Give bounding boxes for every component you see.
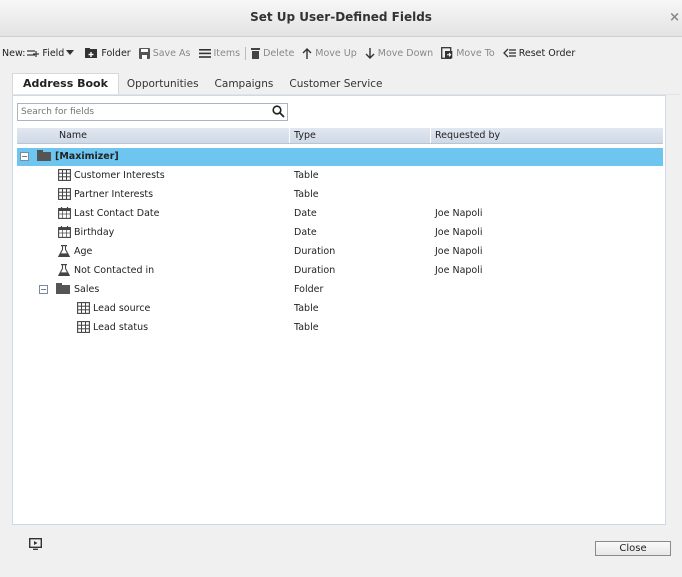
window-close-icon[interactable]: ×: [669, 10, 680, 25]
tree-row-sales[interactable]: − Sales Folder: [17, 281, 663, 299]
save-icon: [138, 47, 150, 59]
row-name: Not Contacted in: [74, 265, 155, 276]
slideshow-icon[interactable]: [29, 538, 42, 550]
new-folder-label: Folder: [101, 47, 131, 59]
row-type: Table: [294, 170, 319, 181]
tab-campaigns[interactable]: Campaigns: [207, 75, 282, 94]
move-to-icon: [441, 47, 453, 59]
tree-row[interactable]: Customer Interests Table: [17, 167, 663, 185]
items-label: Items: [213, 47, 241, 59]
new-label: New:: [2, 47, 26, 59]
reset-order-icon: [502, 48, 516, 58]
tab-opportunities[interactable]: Opportunities: [119, 75, 207, 94]
arrow-up-icon: [302, 47, 312, 59]
row-requested-by: Joe Napoli: [435, 208, 483, 219]
row-name: Birthday: [74, 227, 115, 238]
row-name: Lead status: [93, 322, 149, 333]
tree-row[interactable]: Last Contact Date Date Joe Napoli: [17, 205, 663, 223]
search-box: [17, 103, 288, 121]
row-name: Sales: [74, 284, 100, 295]
row-type: Table: [294, 189, 319, 200]
move-down-button[interactable]: Move Down: [365, 47, 434, 59]
folder-icon: [56, 283, 70, 294]
collapse-icon[interactable]: −: [20, 152, 29, 161]
toolbar: New: Field Folder Save As Items Delete M…: [0, 44, 682, 62]
row-name: [Maximizer]: [55, 151, 119, 162]
table-icon: [58, 188, 71, 200]
move-to-button[interactable]: Move To: [441, 47, 495, 59]
field-icon: [27, 50, 40, 57]
save-as-button[interactable]: Save As: [138, 47, 191, 59]
new-folder-button[interactable]: Folder: [85, 47, 131, 59]
search-input[interactable]: [18, 104, 264, 120]
items-list-icon: [198, 48, 211, 58]
flask-icon: [58, 245, 70, 257]
fields-panel: Name Type Requested by − [Maximizer] Cus…: [12, 95, 666, 525]
reset-order-label: Reset Order: [518, 47, 576, 59]
column-header: Name Type Requested by: [17, 128, 663, 144]
collapse-icon[interactable]: −: [39, 285, 48, 294]
delete-label: Delete: [263, 47, 295, 59]
tab-address-book[interactable]: Address Book: [12, 73, 119, 94]
table-icon: [77, 321, 90, 333]
row-name: Age: [74, 246, 93, 257]
table-icon: [58, 169, 71, 181]
row-type: Duration: [294, 246, 336, 257]
tree-row[interactable]: Lead status Table: [17, 319, 663, 337]
tree-row[interactable]: Lead source Table: [17, 300, 663, 318]
window-title: Set Up User-Defined Fields: [250, 10, 432, 24]
move-to-label: Move To: [456, 47, 495, 59]
row-type: Folder: [294, 284, 324, 295]
row-requested-by: Joe Napoli: [435, 265, 483, 276]
row-name: Lead source: [93, 303, 151, 314]
tree-row-maximizer[interactable]: − [Maximizer]: [17, 148, 663, 166]
trash-icon: [251, 47, 261, 59]
column-header-type[interactable]: Type: [294, 130, 316, 141]
column-divider: [430, 128, 431, 143]
column-divider: [289, 128, 290, 143]
delete-button[interactable]: Delete: [251, 47, 295, 59]
chevron-down-icon: [66, 50, 75, 55]
move-up-button[interactable]: Move Up: [302, 47, 357, 59]
new-field-button[interactable]: Field: [27, 48, 77, 59]
move-down-label: Move Down: [377, 47, 434, 59]
row-requested-by: Joe Napoli: [435, 227, 483, 238]
row-requested-by: Joe Napoli: [435, 246, 483, 257]
tree-row[interactable]: Not Contacted in Duration Joe Napoli: [17, 262, 663, 280]
save-as-label: Save As: [152, 47, 191, 59]
row-type: Date: [294, 208, 317, 219]
calendar-icon: [58, 207, 71, 219]
flask-icon: [58, 264, 70, 276]
row-type: Table: [294, 322, 319, 333]
move-up-label: Move Up: [315, 47, 357, 59]
items-button[interactable]: Items: [198, 47, 241, 59]
column-header-requested-by[interactable]: Requested by: [435, 130, 500, 141]
calendar-icon: [58, 226, 71, 238]
toolbar-divider: [245, 46, 247, 60]
row-type: Table: [294, 303, 319, 314]
column-header-name[interactable]: Name: [59, 130, 87, 141]
tree-row[interactable]: Partner Interests Table: [17, 186, 663, 204]
row-name: Customer Interests: [74, 170, 165, 181]
row-name: Partner Interests: [74, 189, 154, 200]
new-folder-icon: [85, 48, 98, 58]
tab-bar: Address Book Opportunities Campaigns Cus…: [12, 72, 680, 95]
reset-order-button[interactable]: Reset Order: [502, 47, 576, 59]
row-type: Duration: [294, 265, 336, 276]
tree-row[interactable]: Age Duration Joe Napoli: [17, 243, 663, 261]
new-field-label: Field: [42, 47, 65, 59]
row-type: Date: [294, 227, 317, 238]
tab-customer-service[interactable]: Customer Service: [281, 75, 390, 94]
table-icon: [77, 302, 90, 314]
close-button[interactable]: Close: [595, 541, 671, 556]
search-icon[interactable]: [272, 105, 285, 118]
row-name: Last Contact Date: [74, 208, 160, 219]
arrow-down-icon: [365, 47, 375, 59]
tree-row[interactable]: Birthday Date Joe Napoli: [17, 224, 663, 242]
folder-icon: [37, 150, 51, 161]
title-bar: Set Up User-Defined Fields ×: [0, 0, 682, 37]
